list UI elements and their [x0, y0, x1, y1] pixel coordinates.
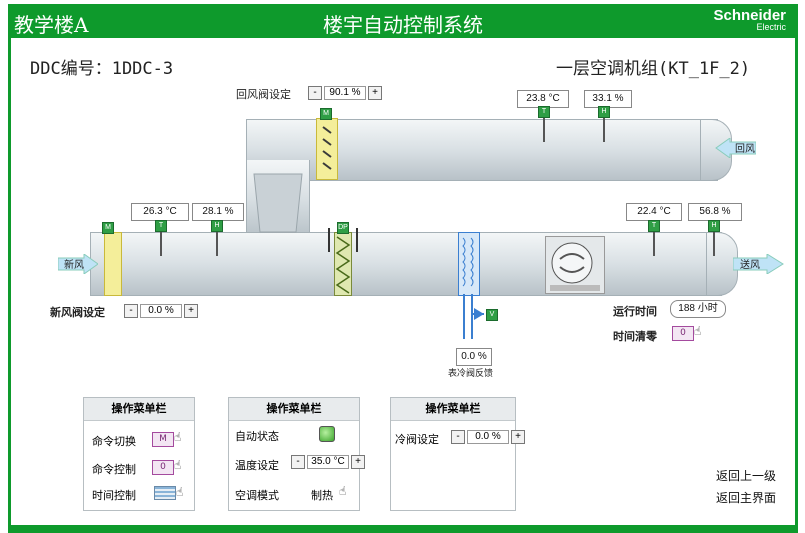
cooling-valve-mark: V	[486, 309, 498, 321]
mix-hum-probe-icon	[216, 232, 218, 256]
mix-temp-probe-icon	[160, 232, 162, 256]
mix-temp-mark: T	[155, 220, 167, 232]
supply-duct	[90, 232, 722, 296]
operation-panel-1: 操作菜单栏 命令切换 M ☝ 命令控制 0 ☝ 时间控制 ☝	[83, 397, 195, 511]
back-to-main-link[interactable]: 返回主界面	[716, 489, 776, 506]
panel-title: 操作菜单栏	[229, 398, 359, 421]
temp-setpoint-label: 温度设定	[235, 459, 279, 472]
return-air-label: 回风	[735, 144, 755, 155]
command-control-button[interactable]: 0	[152, 460, 174, 475]
command-switch-label: 命令切换	[92, 435, 136, 448]
decrement-button[interactable]: -	[124, 304, 138, 318]
supply-temp-mark: T	[648, 220, 660, 232]
increment-button[interactable]: +	[351, 455, 365, 469]
time-control-label: 时间控制	[92, 489, 136, 502]
cooling-coil-icon	[458, 232, 480, 296]
cold-valve-label: 冷阀设定	[395, 433, 439, 446]
temp-setpoint-spinner: - 35.0 °C +	[289, 455, 367, 469]
run-time-value: 188 小时	[670, 300, 726, 318]
increment-button[interactable]: +	[368, 86, 382, 100]
return-temp-probe-icon	[543, 118, 545, 142]
supply-air-label: 送风	[740, 260, 760, 271]
building-name: 教学楼A	[14, 13, 89, 37]
ac-mode-value[interactable]: 制热	[311, 487, 333, 503]
panel-title: 操作菜单栏	[84, 398, 194, 421]
filter-dp-mark: DP	[337, 222, 349, 234]
auto-status-light-icon	[319, 426, 335, 442]
increment-button[interactable]: +	[511, 430, 525, 444]
panel-title: 操作菜单栏	[391, 398, 515, 421]
fresh-damper-value[interactable]: 0.0 %	[140, 304, 182, 318]
hand-pointer-icon: ☝	[176, 485, 184, 499]
ac-mode-label: 空调模式	[235, 489, 279, 502]
return-hum-mark: H	[598, 106, 610, 118]
logo-text: Schneider	[713, 7, 786, 24]
supply-hum-probe-icon	[713, 232, 715, 256]
valve-feedback-value: 0.0 %	[456, 348, 492, 366]
cold-valve-value[interactable]: 0.0 %	[467, 430, 509, 444]
return-hum-probe-icon	[603, 118, 605, 142]
supply-temp-probe-icon	[653, 232, 655, 256]
mix-hum-value: 28.1 %	[192, 203, 244, 221]
fresh-damper-mark: M	[102, 222, 114, 234]
fresh-damper-label: 新风阀设定	[50, 306, 105, 319]
schedule-icon[interactable]	[154, 486, 176, 500]
filter-icon	[334, 232, 352, 296]
return-temp-mark: T	[538, 106, 550, 118]
logo-subtext: Electric	[756, 22, 786, 32]
fresh-damper-icon[interactable]	[104, 232, 122, 296]
fresh-air-label: 新风	[64, 260, 84, 271]
back-to-parent-link[interactable]: 返回上一级	[716, 467, 776, 484]
return-damper-mark: M	[320, 108, 332, 120]
operation-panel-2: 操作菜单栏 自动状态 温度设定 - 35.0 °C + 空调模式 制热 ☝	[228, 397, 365, 511]
mixing-chamber	[253, 173, 303, 233]
hand-pointer-icon: ☝	[694, 324, 702, 338]
auto-status-label: 自动状态	[235, 430, 279, 443]
bottom-border	[8, 525, 798, 533]
right-border	[795, 38, 798, 525]
command-switch-button[interactable]: M	[152, 432, 174, 447]
command-control-label: 命令控制	[92, 463, 136, 476]
operation-panel-3: 操作菜单栏 冷阀设定 - 0.0 % +	[390, 397, 525, 511]
decrement-button[interactable]: -	[308, 86, 322, 100]
supply-fan-icon	[545, 236, 605, 294]
decrement-button[interactable]: -	[291, 455, 305, 469]
hand-pointer-icon: ☝	[339, 484, 347, 498]
supply-hum-mark: H	[708, 220, 720, 232]
hand-pointer-icon: ☝	[174, 430, 182, 444]
fresh-damper-spinner: - 0.0 % +	[122, 304, 200, 318]
valve-feedback-label: 表冷阀反馈	[448, 369, 494, 379]
return-damper-label: 回风阀设定	[236, 88, 291, 101]
filter-line-icon	[356, 228, 358, 252]
left-border	[8, 38, 11, 525]
unit-title: 一层空调机组(KT_1F_2)	[556, 59, 751, 79]
time-reset-label: 时间清零	[613, 330, 657, 343]
schneider-logo: Schneider Electric	[713, 8, 786, 32]
filter-line-icon	[328, 228, 330, 252]
title-bar: 教学楼A 楼宇自动控制系统 Schneider Electric	[8, 4, 798, 38]
cold-valve-spinner: - 0.0 % +	[449, 430, 527, 444]
hand-pointer-icon: ☝	[174, 458, 182, 472]
return-damper-icon[interactable]	[316, 118, 338, 180]
supply-hum-value: 56.8 %	[688, 203, 742, 221]
time-reset-button[interactable]: 0	[672, 326, 694, 341]
system-title: 楼宇自动控制系统	[323, 13, 483, 37]
return-damper-value[interactable]: 90.1 %	[324, 86, 366, 100]
increment-button[interactable]: +	[184, 304, 198, 318]
temp-setpoint-value[interactable]: 35.0 °C	[307, 455, 349, 469]
mix-temp-value: 26.3 °C	[131, 203, 189, 221]
return-damper-spinner: - 90.1 % +	[306, 86, 384, 100]
run-time-label: 运行时间	[613, 305, 657, 318]
decrement-button[interactable]: -	[451, 430, 465, 444]
supply-temp-value: 22.4 °C	[626, 203, 682, 221]
ddc-id: DDC编号：1DDC-3	[30, 59, 174, 79]
mix-hum-mark: H	[211, 220, 223, 232]
